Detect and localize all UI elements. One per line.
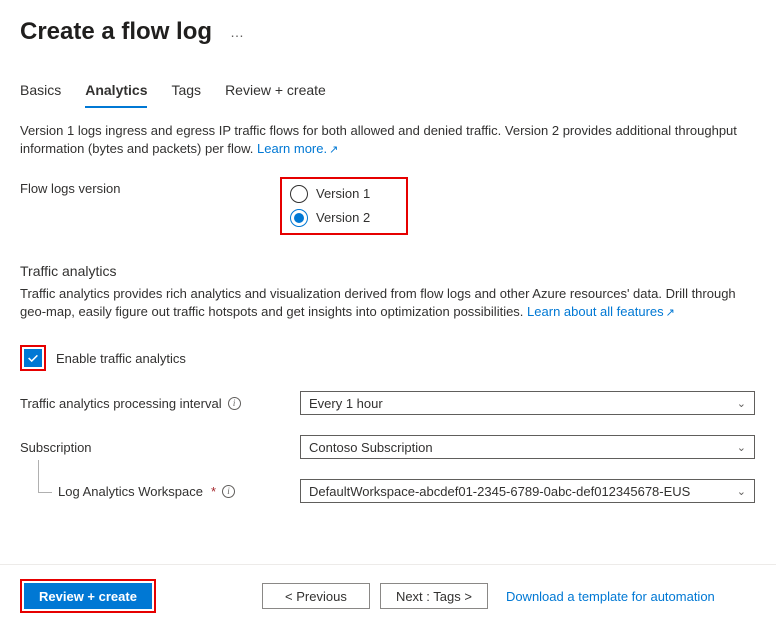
review-create-button[interactable]: Review + create [24,583,152,609]
enable-traffic-analytics-checkbox[interactable] [24,349,42,367]
processing-interval-label: Traffic analytics processing interval [20,396,222,411]
tab-review-create[interactable]: Review + create [225,82,326,108]
info-icon[interactable]: i [222,485,235,498]
select-value: DefaultWorkspace-abcdef01-2345-6789-0abc… [309,484,690,499]
version-description-text: Version 1 logs ingress and egress IP tra… [20,123,737,156]
processing-interval-select[interactable]: Every 1 hour ⌄ [300,391,755,415]
workspace-select[interactable]: DefaultWorkspace-abcdef01-2345-6789-0abc… [300,479,755,503]
radio-version-1[interactable]: Version 1 [290,185,370,203]
info-icon[interactable]: i [228,397,241,410]
radio-version-2[interactable]: Version 2 [290,209,370,227]
flow-logs-version-label: Flow logs version [20,177,280,196]
footer: Review + create < Previous Next : Tags >… [0,564,776,627]
tab-tags[interactable]: Tags [171,82,201,108]
check-icon [26,351,40,365]
required-indicator: * [211,484,216,499]
enable-traffic-analytics-label: Enable traffic analytics [56,351,186,366]
download-template-link[interactable]: Download a template for automation [506,589,715,604]
flow-logs-version-radio-group: Version 1 Version 2 [280,177,408,235]
highlight-box: Review + create [20,579,156,613]
learn-more-link[interactable]: Learn more.↗ [257,141,338,156]
chevron-down-icon: ⌄ [737,397,746,410]
chevron-down-icon: ⌄ [737,441,746,454]
traffic-analytics-heading: Traffic analytics [20,263,756,279]
highlight-box [20,345,46,371]
chevron-down-icon: ⌄ [737,485,746,498]
subscription-label: Subscription [20,440,92,455]
workspace-label: Log Analytics Workspace [58,484,203,499]
external-link-icon: ↗ [666,306,675,321]
select-value: Contoso Subscription [309,440,433,455]
tab-basics[interactable]: Basics [20,82,61,108]
select-value: Every 1 hour [309,396,383,411]
traffic-analytics-description: Traffic analytics provides rich analytic… [20,285,756,322]
tab-bar: Basics Analytics Tags Review + create [0,54,776,108]
more-icon[interactable]: … [230,24,246,40]
radio-icon [290,209,308,227]
tab-analytics[interactable]: Analytics [85,82,147,108]
learn-features-link[interactable]: Learn about all features↗ [527,304,675,319]
subscription-select[interactable]: Contoso Subscription ⌄ [300,435,755,459]
radio-label: Version 2 [316,210,370,225]
radio-icon [290,185,308,203]
next-button[interactable]: Next : Tags > [380,583,488,609]
radio-label: Version 1 [316,186,370,201]
external-link-icon: ↗ [329,143,338,158]
version-description: Version 1 logs ingress and egress IP tra… [20,122,756,159]
previous-button[interactable]: < Previous [262,583,370,609]
page-title: Create a flow log [20,18,212,46]
